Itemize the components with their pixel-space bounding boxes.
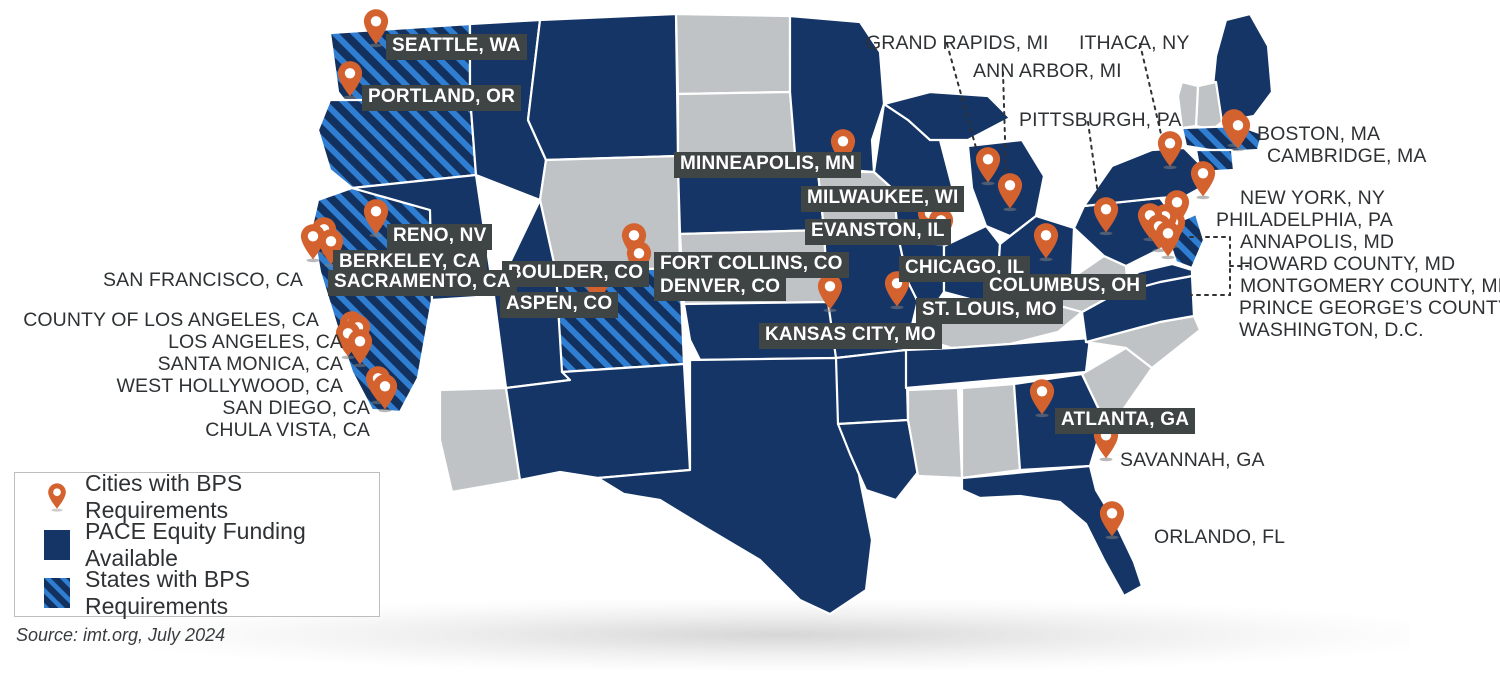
pin-ithaca[interactable] <box>1155 130 1185 170</box>
pin-new-york[interactable] <box>1188 160 1218 200</box>
pin-orlando[interactable] <box>1097 500 1127 540</box>
pin-chula-vista[interactable] <box>370 373 400 413</box>
solid-navy-swatch <box>37 529 77 560</box>
hatched-swatch <box>37 577 77 608</box>
state-north-dakota <box>674 12 792 96</box>
map-label-sacramento-ca: SACRAMENTO, CA <box>328 270 517 296</box>
state-arkansas <box>834 348 910 426</box>
legend-item-states-bps: States with BPS Requirements <box>15 565 379 619</box>
map-label-aspen-co: ASPEN, CO <box>500 292 619 318</box>
map-label-montgomery-county-md: MONTGOMERY COUNTY, MD <box>1240 275 1500 297</box>
pin-west-hollywood[interactable] <box>345 328 375 368</box>
map-label-st-louis-mo: ST. LOUIS, MO <box>916 298 1063 324</box>
pin-ann-arbor[interactable] <box>995 172 1025 212</box>
legend-label-pace-equity: PACE Equity Funding Available <box>85 517 306 571</box>
map-label-annapolis-md: ANNAPOLIS, MD <box>1240 231 1395 253</box>
map-label-west-hollywood-ca: WEST HOLLYWOOD, CA <box>116 375 343 397</box>
map-label-reno-nv: RENO, NV <box>387 224 493 250</box>
map-label-boston-ma: BOSTON, MA <box>1257 123 1381 145</box>
map-label-savannah-ga: SAVANNAH, GA <box>1120 449 1265 471</box>
map-label-prince-georges-county-md: PRINCE GEORGE’S COUNTY, MD <box>1239 297 1500 319</box>
map-label-philadelphia-pa: PHILADELPHIA, PA <box>1216 209 1393 231</box>
pin-kansas-city[interactable] <box>815 273 845 313</box>
map-label-evanston-il: EVANSTON, IL <box>805 219 951 245</box>
map-label-kansas-city-mo: KANSAS CITY, MO <box>759 323 942 349</box>
map-label-ithaca-ny: ITHACA, NY <box>1079 32 1190 54</box>
pin-icon <box>37 482 77 512</box>
pin-atlanta[interactable] <box>1027 378 1057 418</box>
map-label-los-angeles-ca: LOS ANGELES, CA <box>168 331 343 353</box>
map-label-portland-or: PORTLAND, OR <box>362 85 522 111</box>
map-label-seattle-wa: SEATTLE, WA <box>386 34 527 60</box>
pin-cambridge[interactable] <box>1223 112 1253 152</box>
map-label-chula-vista-ca: CHULA VISTA, CA <box>205 419 370 441</box>
map-label-county-of-los-angeles-ca: COUNTY OF LOS ANGELES, CA <box>23 309 319 331</box>
legend-item-cities: Cities with BPS Requirements <box>15 469 379 523</box>
pin-pittsburgh[interactable] <box>1091 196 1121 236</box>
map-label-howard-county-md: HOWARD COUNTY, MD <box>1239 253 1456 275</box>
map-label-grand-rapids-mi: GRAND RAPIDS, MI <box>866 32 1049 54</box>
map-label-pittsburgh-pa: PITTSBURGH, PA <box>1019 109 1182 131</box>
map-label-boulder-co: BOULDER, CO <box>502 261 650 287</box>
map-label-fort-collins-co: FORT COLLINS, CO <box>654 252 849 278</box>
map-label-new-york-ny: NEW YORK, NY <box>1240 187 1385 209</box>
state-maine <box>1210 12 1274 124</box>
map-label-denver-co: DENVER, CO <box>654 275 787 301</box>
legend-label-states-bps: States with BPS Requirements <box>85 565 250 619</box>
legend-item-pace-equity: PACE Equity Funding Available <box>15 517 379 571</box>
source-note: Source: imt.org, July 2024 <box>16 625 226 645</box>
map-label-columbus-oh: COLUMBUS, OH <box>983 274 1147 300</box>
map-label-orlando-fl: ORLANDO, FL <box>1154 526 1286 548</box>
state-montana <box>526 12 680 162</box>
pin-columbus[interactable] <box>1031 222 1061 262</box>
map-label-atlanta-ga: ATLANTA, GA <box>1055 408 1196 434</box>
state-mississippi <box>906 386 964 480</box>
map-label-minneapolis-mn: MINNEAPOLIS, MN <box>674 152 862 178</box>
legend-label-cities: Cities with BPS Requirements <box>85 469 243 523</box>
map-label-ann-arbor-mi: ANN ARBOR, MI <box>973 60 1122 82</box>
map-label-san-diego-ca: SAN DIEGO, CA <box>222 397 370 419</box>
map-label-milwaukee-wi: MILWAUKEE, WI <box>801 186 965 212</box>
map-label-washington-dc: WASHINGTON, D.C. <box>1239 319 1424 341</box>
map-legend: Cities with BPS Requirements PACE Equity… <box>14 469 380 619</box>
pin-portland[interactable] <box>335 60 365 100</box>
map-label-san-francisco-ca: SAN FRANCISCO, CA <box>103 269 303 291</box>
state-alabama <box>960 382 1022 480</box>
map-label-cambridge-ma: CAMBRIDGE, MA <box>1267 145 1427 167</box>
pin-washington-dc[interactable] <box>1153 220 1183 260</box>
map-label-santa-monica-ca: SANTA MONICA, CA <box>157 353 343 375</box>
infographic-map: SEATTLE, WA PORTLAND, OR GRAND RAPIDS, MI I… <box>0 0 1500 689</box>
